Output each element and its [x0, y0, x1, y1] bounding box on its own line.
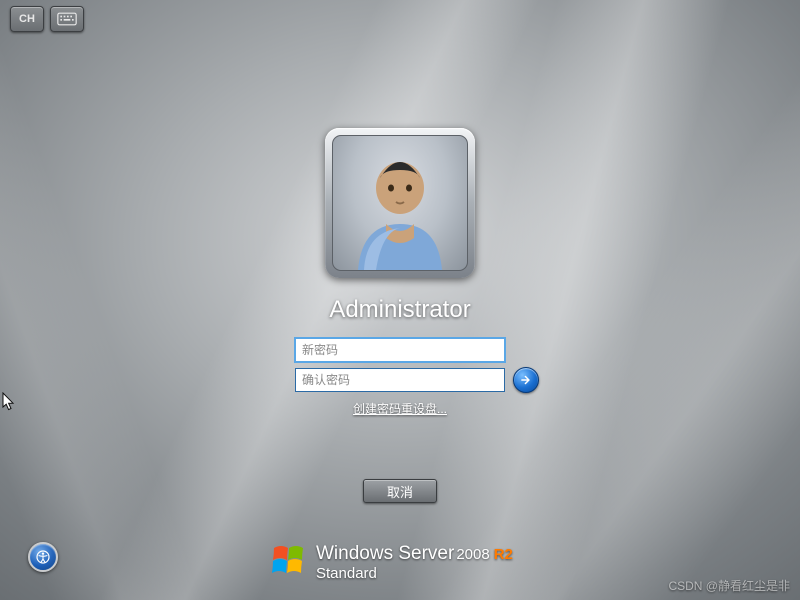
cancel-button[interactable]: 取消 — [363, 479, 437, 503]
avatar-frame — [325, 128, 475, 278]
brand-year: 2008 — [456, 546, 489, 563]
new-password-row — [295, 338, 505, 362]
brand-product: Windows Server — [316, 543, 454, 564]
brand-line-1: Windows Server2008 R2 — [316, 544, 513, 565]
avatar — [332, 135, 468, 271]
brand-edition: Standard — [316, 566, 513, 583]
ime-keyboard-button[interactable] — [50, 6, 84, 32]
create-password-reset-disk-link[interactable]: 创建密码重设盘... — [353, 400, 447, 417]
ease-of-access-icon — [35, 549, 51, 565]
confirm-password-input[interactable] — [295, 368, 505, 392]
submit-button[interactable] — [513, 367, 539, 393]
watermark-text: CSDN @静看红尘是非 — [668, 577, 790, 594]
generic-user-icon — [346, 150, 454, 270]
mouse-cursor-icon — [2, 392, 16, 412]
arrow-right-icon — [519, 373, 533, 387]
confirm-password-row — [295, 368, 505, 392]
ease-of-access-button[interactable] — [28, 542, 58, 572]
new-password-input[interactable] — [295, 338, 505, 362]
username-label: Administrator — [329, 296, 470, 324]
brand-text: Windows Server2008 R2 Standard — [316, 544, 513, 582]
windows-flag-icon — [272, 544, 306, 576]
product-branding: Windows Server2008 R2 Standard — [272, 544, 513, 582]
keyboard-icon — [57, 12, 77, 26]
ime-language-button[interactable]: CH — [10, 6, 44, 32]
login-panel: Administrator 创建密码重设盘... 取消 — [295, 128, 505, 503]
brand-suffix: R2 — [494, 546, 513, 563]
ime-toolbar: CH — [10, 6, 84, 32]
